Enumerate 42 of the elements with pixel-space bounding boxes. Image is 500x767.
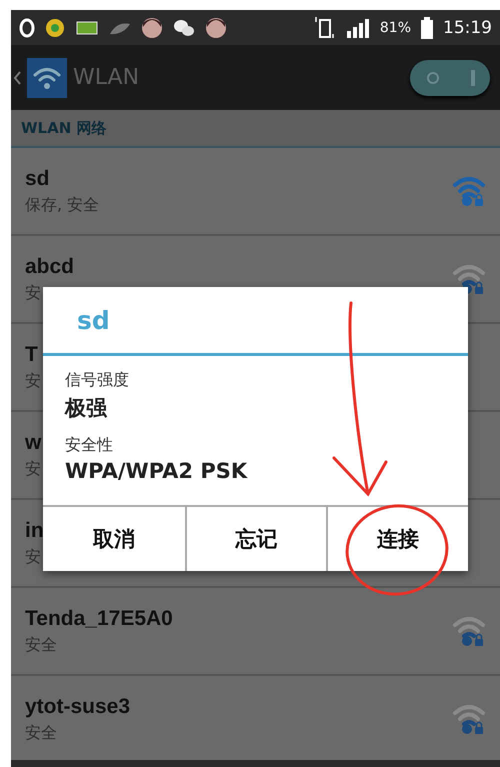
network-status: 安 (25, 546, 41, 568)
dialog-button[interactable]: 忘记 (184, 507, 326, 571)
dialog-button[interactable]: 取消 (43, 507, 185, 571)
app-circle-icon (45, 18, 65, 38)
signal-bars-icon (346, 18, 370, 38)
avatar-icon (205, 16, 227, 38)
network-status: 安 (25, 458, 41, 480)
app-ring-icon (19, 18, 35, 38)
battery-app-icon (75, 20, 99, 36)
network-name: in (25, 518, 44, 542)
network-row[interactable]: Tenda_17E5A0 安全 (11, 588, 500, 676)
vibrate-icon (314, 16, 336, 40)
network-row[interactable]: sd 保存, 安全 (11, 148, 500, 236)
clock: 15:19 (443, 18, 492, 38)
battery-icon (421, 16, 433, 38)
network-name: Tenda_17E5A0 (25, 606, 173, 630)
field-label: 信号强度 (65, 370, 130, 391)
screen-title: WLAN (73, 65, 140, 90)
avatar-icon (141, 16, 163, 38)
wifi-app-icon (27, 58, 67, 98)
network-name: sd (25, 166, 50, 190)
network-name: ytot-suse3 (25, 694, 130, 718)
chat-bubbles-icon (173, 18, 195, 38)
back-caret-icon[interactable] (13, 70, 21, 84)
leaf-icon (109, 20, 131, 34)
field-value: WPA/WPA2 PSK (65, 459, 248, 483)
wlan-switch[interactable] (410, 60, 490, 96)
bar-icon (470, 70, 474, 86)
field-value: 极强 (65, 395, 108, 422)
network-name: abcd (25, 254, 74, 278)
dialog-button[interactable]: 连接 (326, 507, 468, 571)
network-status: 安 (25, 282, 41, 304)
network-status: 安全 (25, 722, 57, 744)
section-header: WLAN 网络 (21, 118, 106, 138)
field-label: 安全性 (65, 435, 114, 456)
network-status: 保存, 安全 (25, 194, 100, 216)
network-status: 安全 (25, 634, 57, 656)
network-status: 安 (25, 370, 41, 392)
circle-icon (426, 70, 440, 84)
network-name: w (25, 430, 42, 454)
battery-percent: 81% (380, 20, 411, 36)
network-name: T (25, 342, 38, 366)
